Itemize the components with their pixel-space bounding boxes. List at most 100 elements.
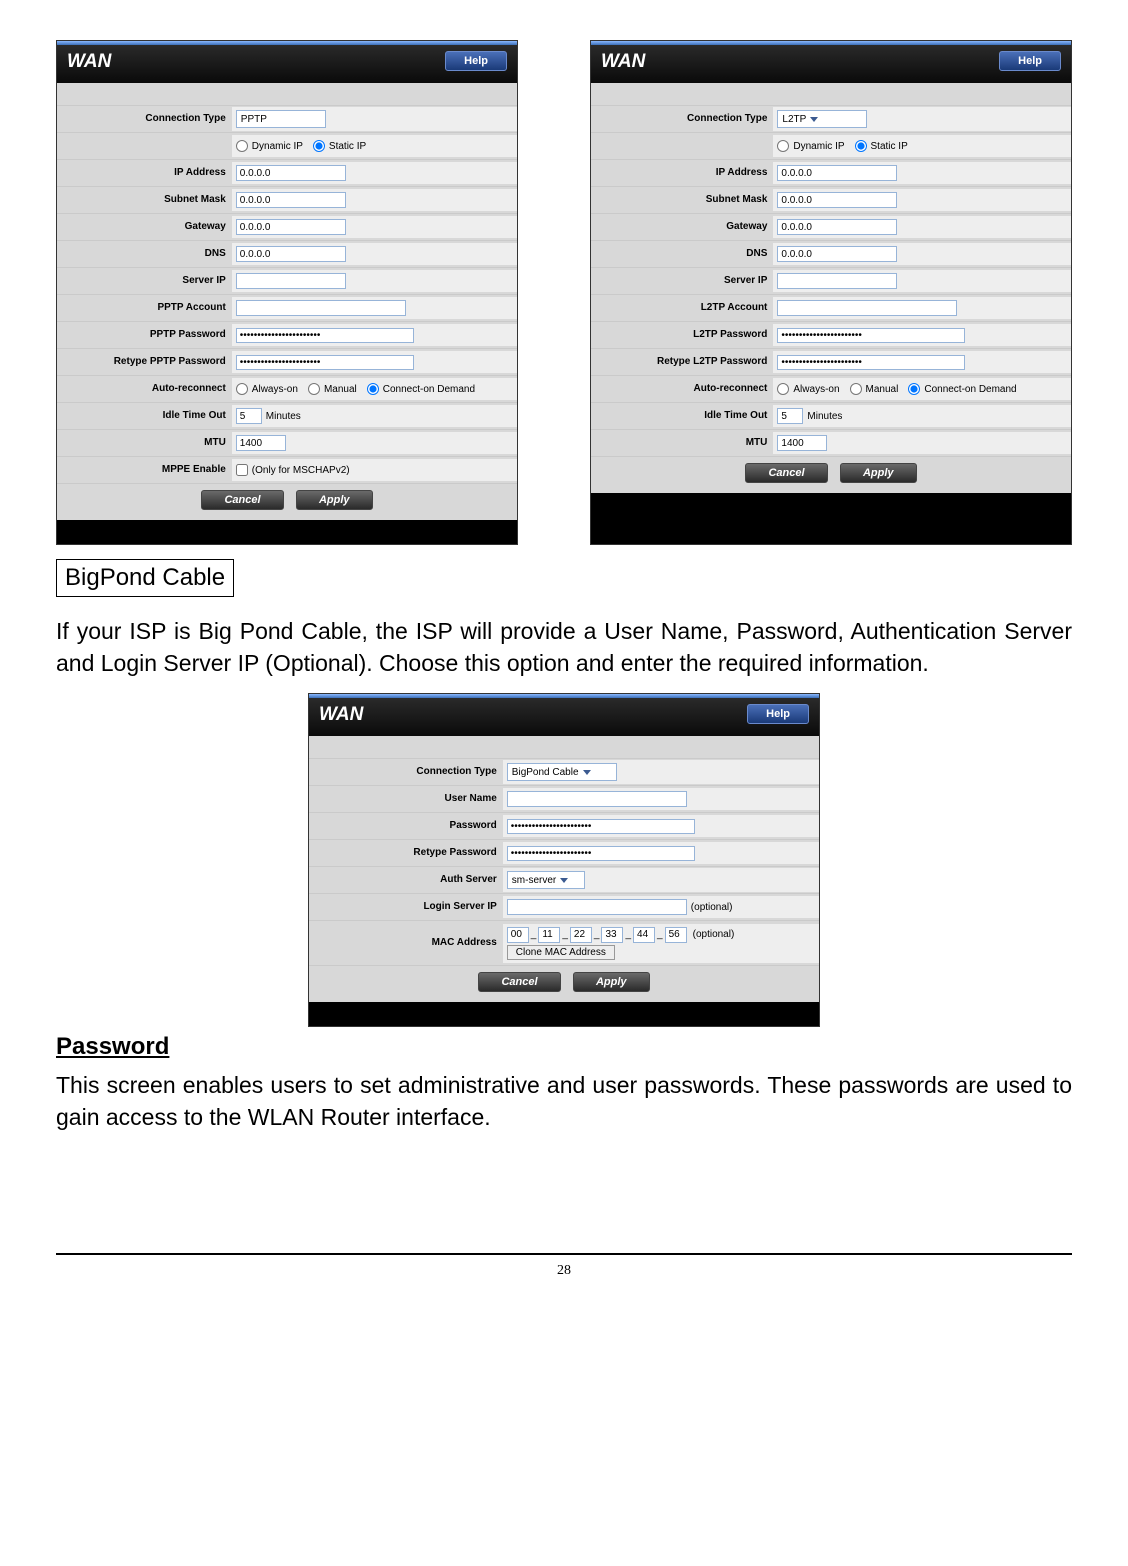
apply-button[interactable]: Apply — [573, 972, 650, 992]
retype-password-label: Retype PPTP Password — [57, 353, 232, 371]
bigpond-description: If your ISP is Big Pond Cable, the ISP w… — [56, 615, 1072, 679]
subnet-input[interactable] — [236, 192, 346, 208]
auth-server-select[interactable]: sm-server — [507, 871, 585, 889]
login-server-label: Login Server IP — [309, 898, 503, 916]
panel-title: WAN — [319, 704, 363, 725]
connect-on-demand-radio[interactable] — [908, 383, 920, 395]
ip-label: IP Address — [591, 164, 773, 182]
conn-type-select[interactable]: PPTP — [236, 110, 326, 128]
dynamic-ip-radio[interactable] — [777, 140, 789, 152]
always-on-radio[interactable] — [777, 383, 789, 395]
retype-password-input[interactable]: ••••••••••••••••••••••• — [507, 846, 695, 861]
dns-input[interactable] — [777, 246, 897, 262]
help-button[interactable]: Help — [747, 704, 809, 724]
mppe-label: MPPE Enable — [57, 461, 232, 479]
wan-bigpond-panel: WAN Help Connection Type BigPond Cable U… — [308, 693, 820, 1027]
section-title-bigpond: BigPond Cable — [56, 559, 234, 597]
gateway-input[interactable] — [236, 219, 346, 235]
subnet-input[interactable] — [777, 192, 897, 208]
login-server-input[interactable] — [507, 899, 687, 915]
idle-label: Idle Time Out — [591, 407, 773, 425]
retype-password-input[interactable]: ••••••••••••••••••••••• — [236, 355, 414, 370]
conn-type-label: Connection Type — [309, 763, 503, 781]
wan-l2tp-panel: WAN Help Connection Type L2TP Dynamic IP… — [590, 40, 1072, 545]
ip-label: IP Address — [57, 164, 232, 182]
account-label: PPTP Account — [57, 299, 232, 317]
conn-type-select[interactable]: BigPond Cable — [507, 763, 617, 781]
cancel-button[interactable]: Cancel — [201, 490, 283, 510]
mac-2[interactable] — [570, 927, 592, 943]
mtu-input[interactable] — [236, 435, 286, 451]
mac-5[interactable] — [665, 927, 687, 943]
password-description: This screen enables users to set adminis… — [56, 1069, 1072, 1133]
conn-type-select[interactable]: L2TP — [777, 110, 867, 128]
mac-label: MAC Address — [309, 934, 503, 952]
gateway-input[interactable] — [777, 219, 897, 235]
mtu-input[interactable] — [777, 435, 827, 451]
conn-type-label: Connection Type — [57, 110, 232, 128]
dns-label: DNS — [57, 245, 232, 263]
apply-button[interactable]: Apply — [840, 463, 917, 483]
chevron-down-icon — [560, 878, 568, 883]
static-ip-radio[interactable] — [313, 140, 325, 152]
always-on-radio[interactable] — [236, 383, 248, 395]
password-label: PPTP Password — [57, 326, 232, 344]
auto-reconnect-label: Auto-reconnect — [57, 380, 232, 398]
section-title-password: Password — [56, 1033, 1072, 1061]
static-ip-radio[interactable] — [855, 140, 867, 152]
serverip-label: Server IP — [57, 272, 232, 290]
apply-button[interactable]: Apply — [296, 490, 373, 510]
ip-input[interactable] — [236, 165, 346, 181]
mac-1[interactable] — [538, 927, 560, 943]
retype-password-label: Retype Password — [309, 844, 503, 862]
password-label: Password — [309, 817, 503, 835]
wan-pptp-panel: WAN Help Connection Type PPTP Dynamic IP… — [56, 40, 518, 545]
dns-label: DNS — [591, 245, 773, 263]
ip-input[interactable] — [777, 165, 897, 181]
help-button[interactable]: Help — [999, 51, 1061, 71]
subnet-label: Subnet Mask — [591, 191, 773, 209]
idle-input[interactable] — [777, 408, 803, 424]
mac-4[interactable] — [633, 927, 655, 943]
dns-input[interactable] — [236, 246, 346, 262]
idle-input[interactable] — [236, 408, 262, 424]
clone-mac-button[interactable]: Clone MAC Address — [507, 945, 615, 960]
password-label: L2TP Password — [591, 326, 773, 344]
subnet-label: Subnet Mask — [57, 191, 232, 209]
serverip-label: Server IP — [591, 272, 773, 290]
mac-0[interactable] — [507, 927, 529, 943]
gateway-label: Gateway — [57, 218, 232, 236]
manual-radio[interactable] — [308, 383, 320, 395]
panel-title: WAN — [601, 51, 645, 72]
panel-title: WAN — [67, 51, 111, 72]
retype-password-label: Retype L2TP Password — [591, 353, 773, 371]
mtu-label: MTU — [591, 434, 773, 452]
password-input[interactable]: ••••••••••••••••••••••• — [507, 819, 695, 834]
mppe-checkbox[interactable] — [236, 464, 248, 476]
gateway-label: Gateway — [591, 218, 773, 236]
conn-type-label: Connection Type — [591, 110, 773, 128]
mac-3[interactable] — [601, 927, 623, 943]
dynamic-ip-radio[interactable] — [236, 140, 248, 152]
password-input[interactable]: ••••••••••••••••••••••• — [236, 328, 414, 343]
manual-radio[interactable] — [850, 383, 862, 395]
page-number: 28 — [56, 1255, 1072, 1287]
connect-on-demand-radio[interactable] — [367, 383, 379, 395]
auto-reconnect-label: Auto-reconnect — [591, 380, 773, 398]
username-label: User Name — [309, 790, 503, 808]
chevron-down-icon — [583, 770, 591, 775]
serverip-input[interactable] — [236, 273, 346, 289]
account-input[interactable] — [236, 300, 406, 316]
help-button[interactable]: Help — [445, 51, 507, 71]
cancel-button[interactable]: Cancel — [745, 463, 827, 483]
password-input[interactable]: ••••••••••••••••••••••• — [777, 328, 965, 343]
idle-label: Idle Time Out — [57, 407, 232, 425]
chevron-down-icon — [810, 117, 818, 122]
mtu-label: MTU — [57, 434, 232, 452]
serverip-input[interactable] — [777, 273, 897, 289]
cancel-button[interactable]: Cancel — [478, 972, 560, 992]
account-label: L2TP Account — [591, 299, 773, 317]
username-input[interactable] — [507, 791, 687, 807]
retype-password-input[interactable]: ••••••••••••••••••••••• — [777, 355, 965, 370]
account-input[interactable] — [777, 300, 957, 316]
